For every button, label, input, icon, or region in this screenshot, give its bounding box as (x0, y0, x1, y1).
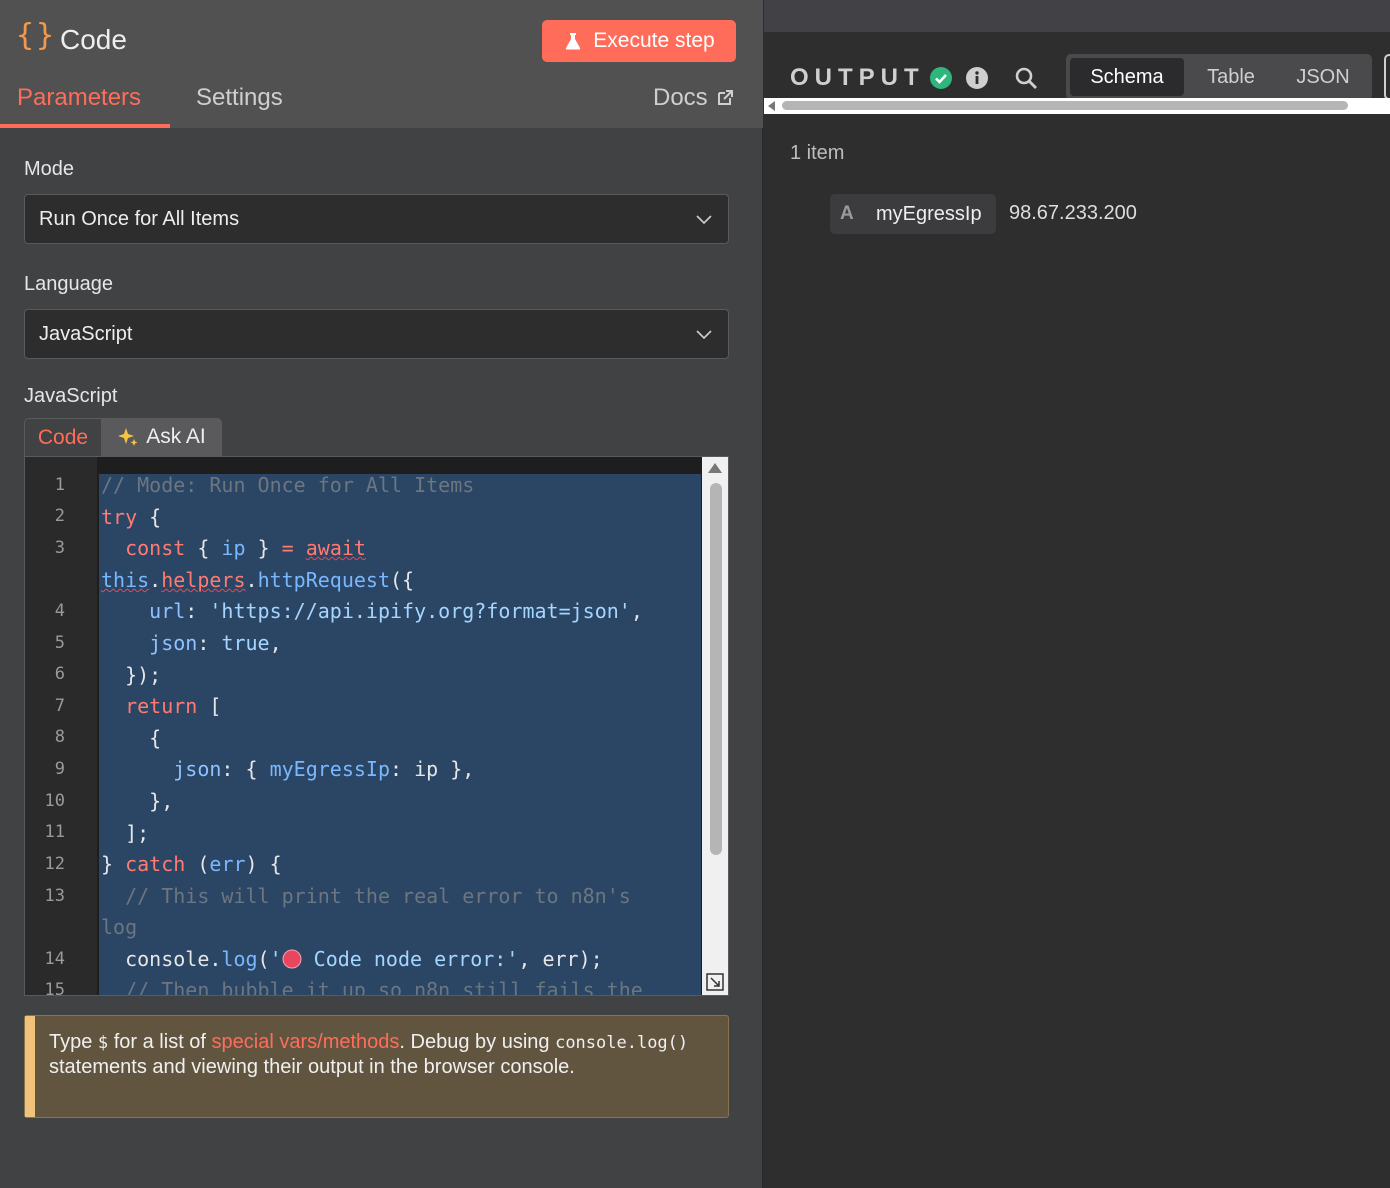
line-number: 15 (44, 980, 65, 996)
code-line: json: { myEgressIp: ip }, (173, 757, 475, 781)
code-line: this.helpers.httpRequest({ (101, 568, 415, 592)
line-number: 5 (54, 633, 65, 653)
app-root: {} Code Execute step Parameters Settings… (0, 0, 1390, 1188)
flask-icon (566, 33, 581, 50)
line-number-gutter: 1 2 3 4 5 6 7 8 9 10 11 12 13 14 15 (25, 457, 97, 996)
hint-text: . Debug by using (399, 1031, 556, 1053)
node-header: {} Code Execute step Parameters Settings… (0, 0, 763, 128)
editor-scrollbar[interactable] (702, 457, 728, 995)
external-link-icon (717, 90, 733, 105)
parameters-panel: {} Code Execute step Parameters Settings… (0, 0, 763, 1188)
mode-label: Mode (24, 158, 75, 180)
overflow-button[interactable] (1384, 54, 1390, 100)
view-json[interactable]: JSON (1278, 58, 1368, 96)
docs-label: Docs (653, 84, 708, 111)
braces-icon: {} (16, 18, 57, 53)
execute-step-label: Execute step (593, 29, 715, 52)
code-editor[interactable]: 1 2 3 4 5 6 7 8 9 10 11 12 13 14 15 // M… (24, 456, 729, 996)
code-line: // Then bubble it up so n8n still fails … (101, 978, 643, 996)
line-number: 8 (54, 727, 65, 747)
scroll-up-arrow[interactable] (708, 463, 722, 473)
hint-text: for a list of (108, 1031, 212, 1053)
code-line: }, (101, 789, 174, 813)
scroll-thumb[interactable] (710, 483, 722, 855)
hint-callout: Type $ for a list of special vars/method… (24, 1015, 729, 1118)
line-number: 2 (54, 506, 65, 526)
node-title: Code (60, 24, 127, 55)
schema-field-pill[interactable]: A myEgressIp (830, 194, 996, 234)
output-title: OUTPUT (790, 64, 925, 91)
hint-dollar: $ (97, 1033, 109, 1053)
code-line: try { (101, 505, 162, 529)
line-number: 1 (54, 475, 65, 495)
line-number: 14 (44, 949, 65, 969)
output-panel: OUTPUT Schema Table JSON 1 item A myEgre… (764, 0, 1390, 1188)
code-line: return [ (125, 694, 222, 718)
tab-parameters[interactable]: Parameters (17, 84, 141, 112)
hint-code: console.log() (555, 1033, 689, 1053)
output-top-bar (764, 0, 1390, 32)
code-line: // This will print the real error to n8n… (101, 884, 631, 908)
view-table[interactable]: Table (1184, 58, 1278, 96)
item-count: 1 item (790, 142, 845, 164)
string-type-icon: A (840, 203, 854, 224)
tab-settings[interactable]: Settings (196, 84, 283, 112)
active-tab-indicator (0, 124, 170, 128)
editor-label: JavaScript (24, 385, 118, 407)
hint-text: Type (49, 1031, 98, 1053)
sparkles-icon (118, 428, 138, 446)
search-icon[interactable] (1014, 66, 1038, 90)
mode-value: Run Once for All Items (39, 207, 240, 230)
code-line: const { ip } = await (125, 536, 366, 560)
info-icon[interactable] (966, 67, 988, 89)
docs-link[interactable]: Docs (653, 84, 734, 112)
language-label: Language (24, 273, 113, 295)
code-line: // Mode: Run Once for All Items (101, 473, 475, 497)
code-line: { (101, 726, 162, 750)
code-line: ]; (101, 821, 150, 845)
execute-step-button[interactable]: Execute step (542, 20, 736, 62)
schema-field-key: myEgressIp (876, 202, 982, 225)
red-circle-icon (282, 949, 302, 969)
resize-icon[interactable] (706, 973, 724, 991)
scroll-left-arrow[interactable] (768, 101, 775, 111)
tab-code[interactable]: Code (24, 418, 102, 456)
line-number: 3 (54, 538, 65, 558)
horizontal-scrollbar[interactable] (764, 98, 1390, 114)
line-number: 10 (44, 791, 65, 811)
special-vars-link[interactable]: special vars/methods (212, 1031, 400, 1053)
code-line: json: true, (149, 631, 282, 655)
line-number: 4 (54, 601, 65, 621)
view-switcher: Schema Table JSON (1066, 54, 1372, 100)
hint-text: statements and viewing their output in t… (49, 1056, 575, 1078)
line-number: 6 (54, 664, 65, 684)
check-circle-icon (930, 67, 952, 89)
code-line: log (101, 915, 138, 939)
language-select[interactable]: JavaScript (24, 309, 729, 359)
language-value: JavaScript (39, 322, 133, 345)
line-number: 11 (44, 822, 65, 842)
tab-ask-ai-label: Ask AI (146, 425, 206, 448)
line-number: 7 (54, 696, 65, 716)
mode-select[interactable]: Run Once for All Items (24, 194, 729, 244)
code-line: console.log(' Code node error:', err); (101, 947, 603, 971)
chevron-down-icon (696, 215, 712, 225)
scroll-thumb[interactable] (782, 101, 1348, 110)
line-number: 12 (44, 854, 65, 874)
tab-ask-ai[interactable]: Ask AI (102, 418, 222, 456)
line-number: 13 (44, 886, 65, 906)
line-number: 9 (54, 759, 65, 779)
code-line: }); (101, 663, 162, 687)
schema-field-value: 98.67.233.200 (1009, 202, 1137, 224)
code-line: } catch (err) { (101, 852, 282, 876)
chevron-down-icon (696, 330, 712, 340)
tab-code-label: Code (37, 425, 89, 449)
code-line: url: 'https://api.ipify.org?format=json'… (149, 599, 643, 623)
view-schema[interactable]: Schema (1070, 58, 1184, 96)
hint-accent-bar (25, 1016, 35, 1117)
